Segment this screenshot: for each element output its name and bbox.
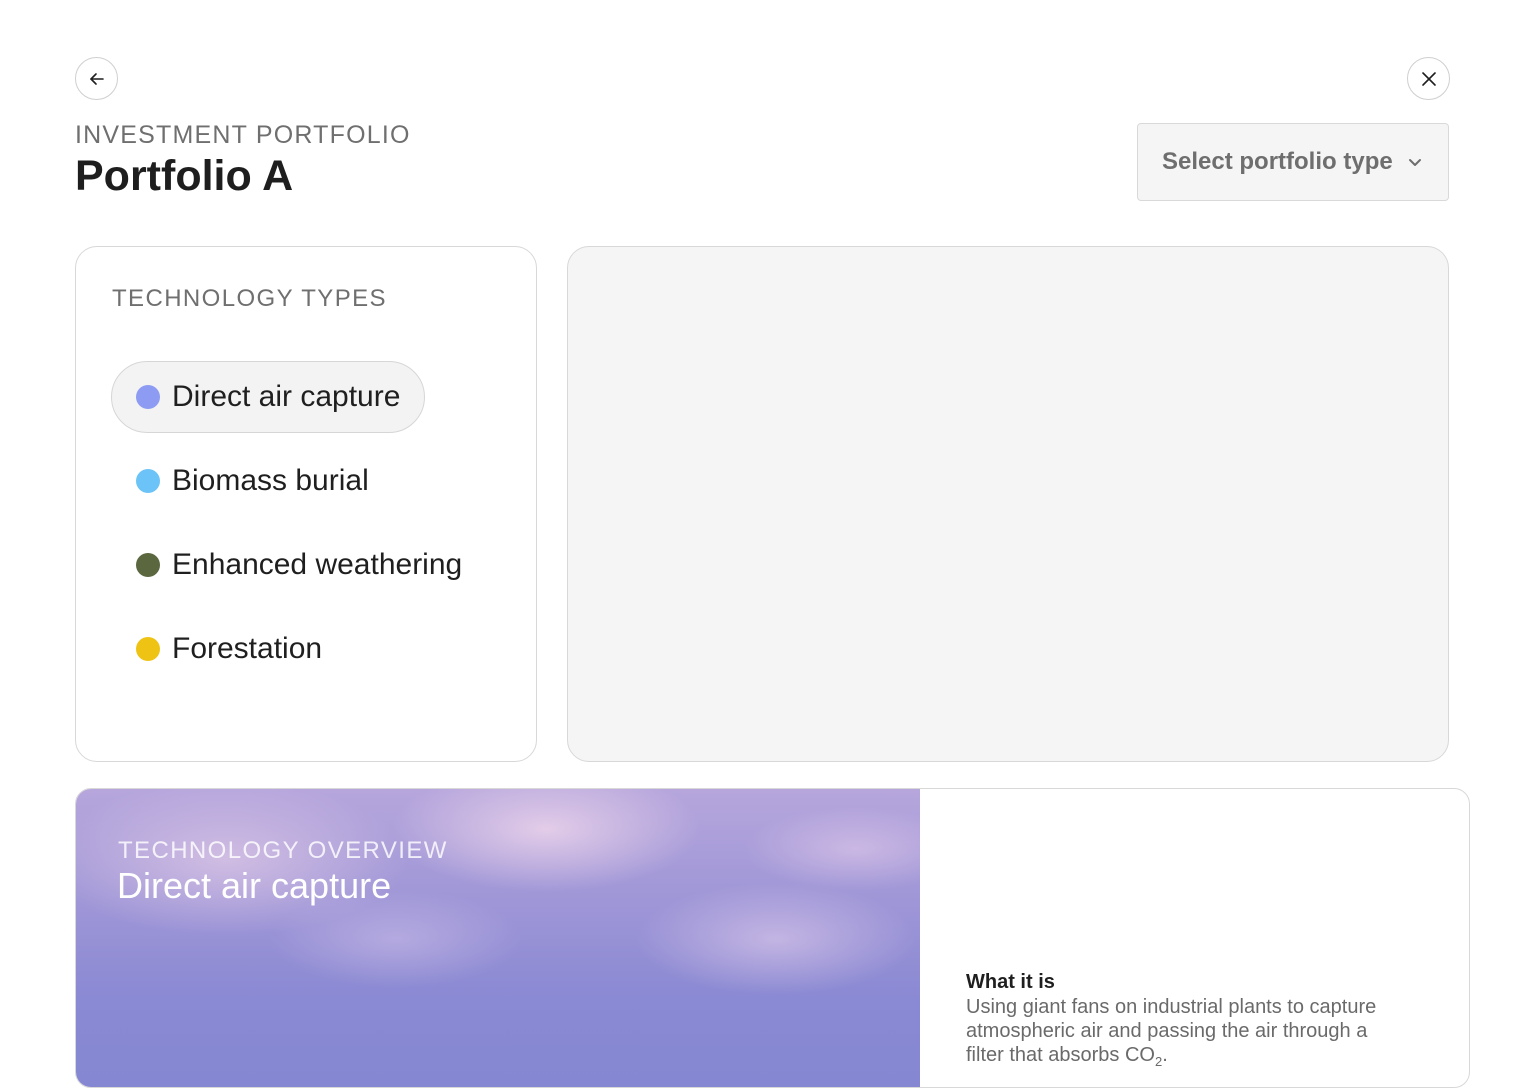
close-button[interactable] bbox=[1407, 57, 1450, 100]
technology-item-biomass-burial[interactable]: Biomass burial bbox=[111, 445, 394, 517]
chevron-down-icon bbox=[1408, 159, 1421, 166]
portfolio-type-select[interactable]: Select portfolio type bbox=[1137, 123, 1449, 201]
technology-types-heading: TECHNOLOGY TYPES bbox=[112, 285, 387, 312]
technology-item-label: Enhanced weathering bbox=[172, 548, 463, 581]
what-it-is-description: Using giant fans on industrial plants to… bbox=[966, 995, 1396, 1074]
what-it-is-text: Using giant fans on industrial plants to… bbox=[966, 996, 1377, 1066]
technology-overview-card: TECHNOLOGY OVERVIEW Direct air capture W… bbox=[75, 788, 1470, 1088]
close-icon bbox=[1421, 71, 1436, 86]
what-it-is-text-end: . bbox=[1162, 1044, 1168, 1066]
sky-image bbox=[76, 789, 920, 1087]
technology-color-dot bbox=[136, 469, 160, 493]
arrow-left-icon bbox=[89, 72, 104, 85]
what-it-is-heading: What it is bbox=[966, 971, 1055, 993]
technology-color-dot bbox=[136, 637, 160, 661]
technology-color-dot bbox=[136, 553, 160, 577]
portfolio-visualization-panel bbox=[567, 246, 1449, 762]
technology-item-label: Direct air capture bbox=[172, 380, 401, 413]
portfolio-type-select-label: Select portfolio type bbox=[1162, 148, 1393, 175]
page-eyebrow: INVESTMENT PORTFOLIO bbox=[75, 121, 411, 149]
page-title: Portfolio A bbox=[75, 152, 294, 200]
back-button[interactable] bbox=[75, 57, 118, 100]
technology-item-direct-air-capture[interactable]: Direct air capture bbox=[111, 361, 426, 433]
technology-item-label: Biomass burial bbox=[172, 464, 369, 497]
technology-types-panel: TECHNOLOGY TYPES Direct air capture Biom… bbox=[75, 246, 537, 762]
technology-color-dot bbox=[136, 385, 160, 409]
technology-item-forestation[interactable]: Forestation bbox=[111, 613, 347, 685]
technology-item-enhanced-weathering[interactable]: Enhanced weathering bbox=[111, 529, 487, 601]
technology-item-label: Forestation bbox=[172, 632, 323, 665]
overview-title: Direct air capture bbox=[117, 865, 392, 906]
overview-eyebrow: TECHNOLOGY OVERVIEW bbox=[118, 837, 448, 864]
